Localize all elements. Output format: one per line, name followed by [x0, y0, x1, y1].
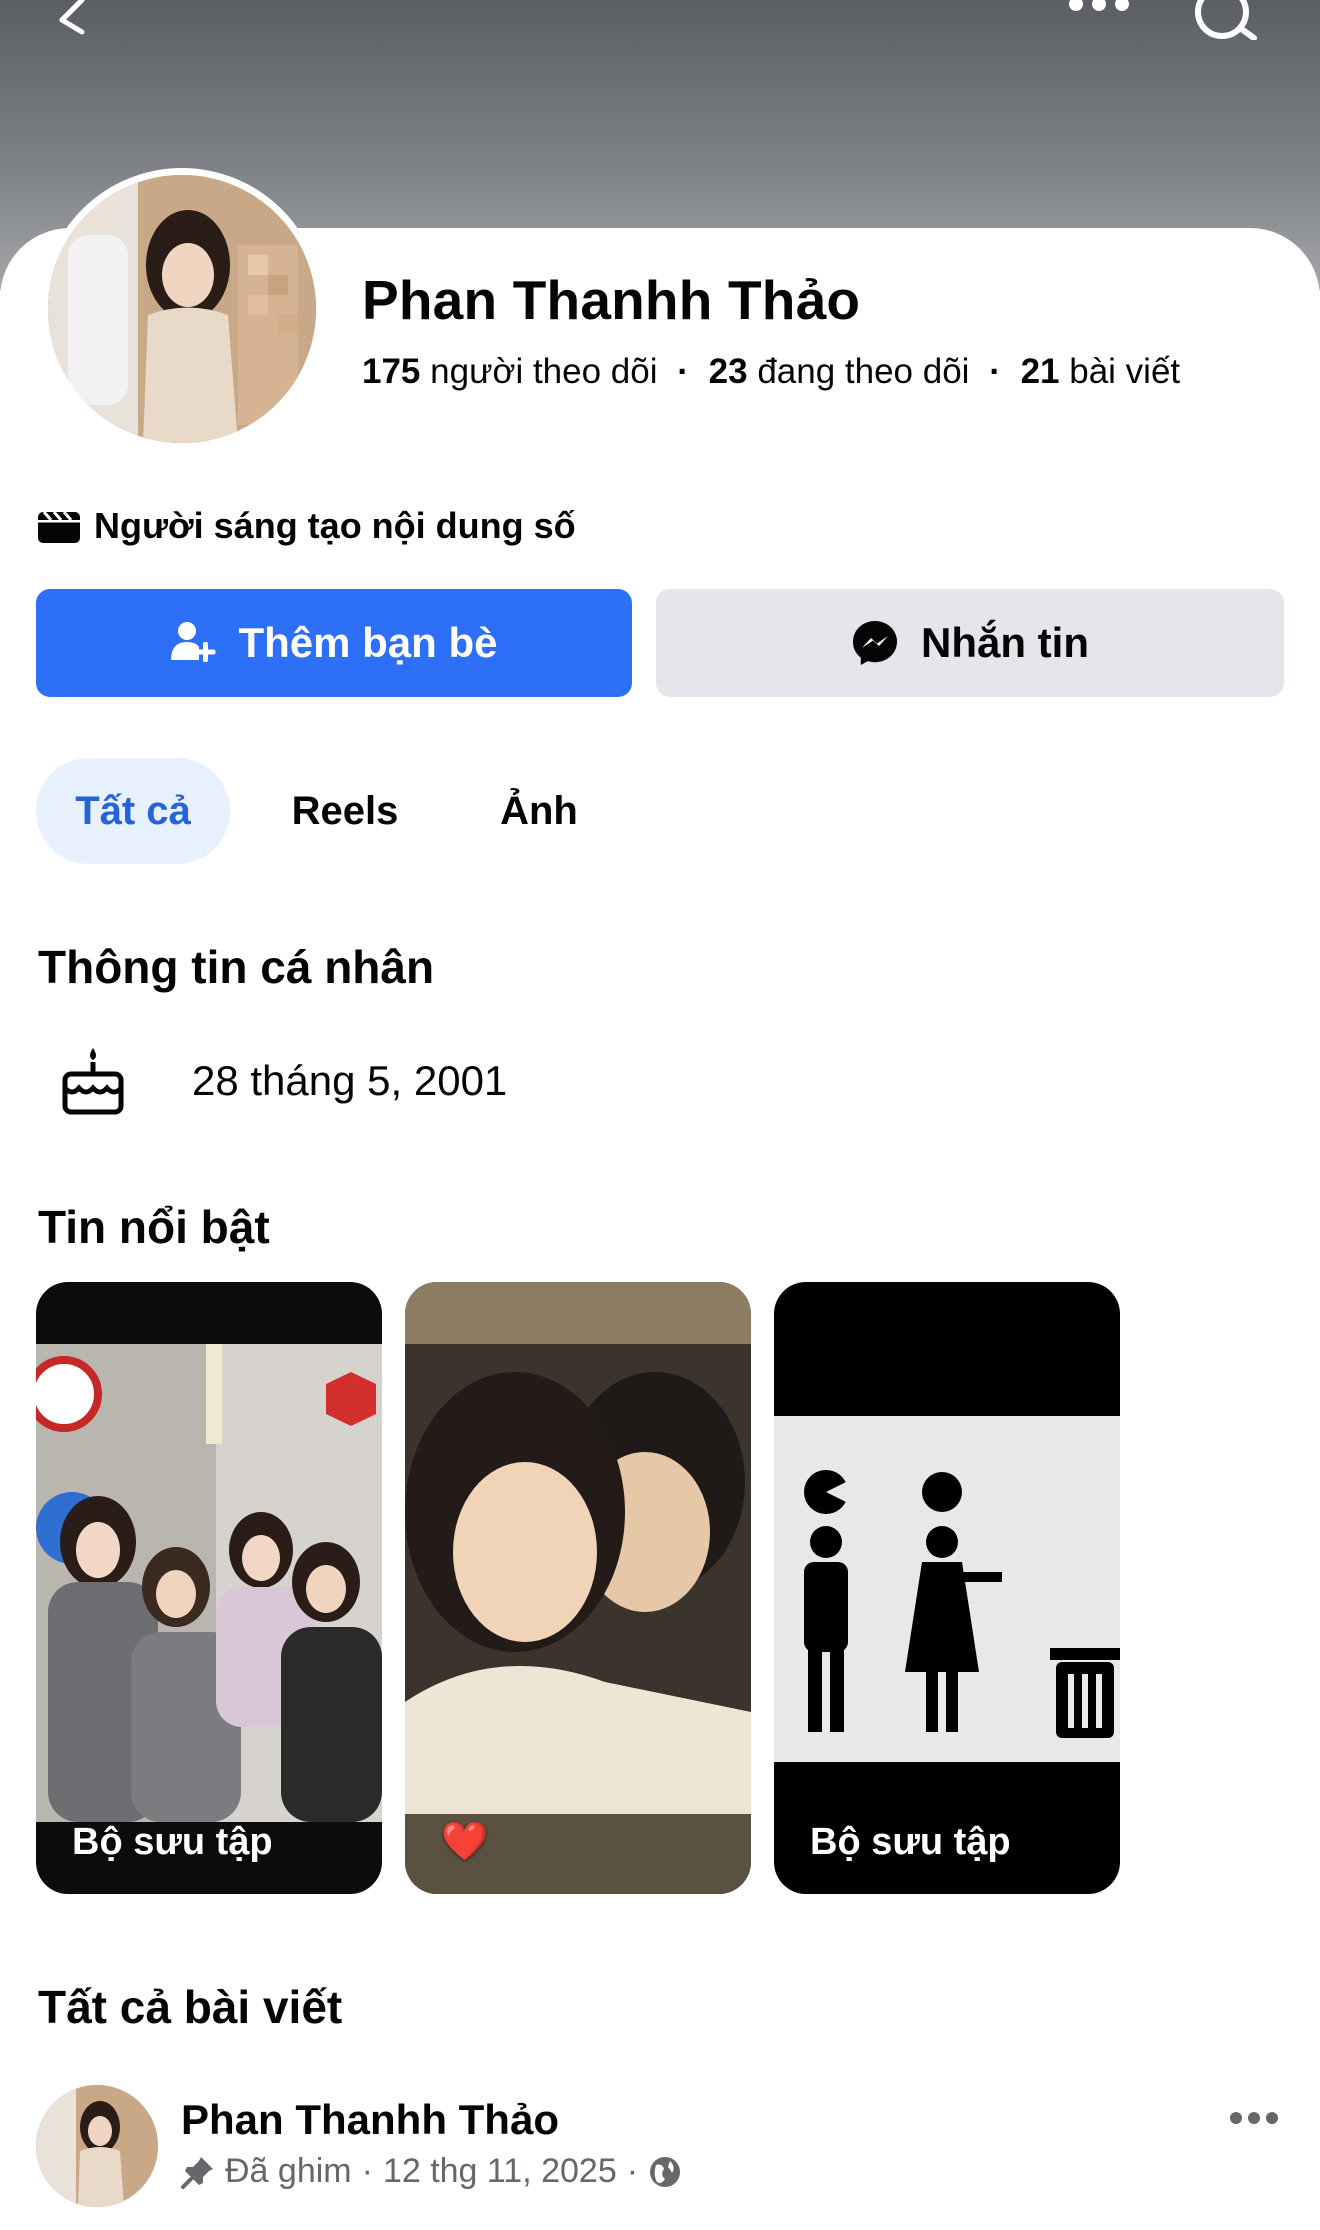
pinned-label: Đã ghim: [225, 2152, 352, 2190]
back-chevron-left-icon[interactable]: [44, 0, 94, 40]
tab-all[interactable]: Tất cả: [36, 758, 230, 864]
more-dots-icon[interactable]: [1066, 0, 1132, 16]
stats-separator: ·: [989, 352, 1001, 391]
message-label: Nhắn tin: [921, 619, 1089, 666]
messenger-icon: [853, 621, 897, 665]
following-count[interactable]: 23: [709, 352, 748, 391]
highlight-cover-image: [36, 1344, 382, 1822]
profile-category: Người sáng tạo nội dung số: [38, 505, 576, 547]
tab-label: Reels: [291, 788, 399, 833]
clapperboard-icon: [38, 511, 80, 543]
following-label[interactable]: đang theo dõi: [757, 352, 969, 391]
posts-label: bài viết: [1069, 352, 1181, 391]
highlight-label: Bộ sưu tập: [72, 1821, 273, 1863]
post-avatar-illustration: [36, 2085, 158, 2207]
profile-name: Phan Thanhh Thảo: [362, 269, 861, 331]
add-friend-label: Thêm bạn bè: [238, 619, 498, 666]
about-section-title: Thông tin cá nhân: [38, 941, 435, 993]
meta-separator: ·: [361, 2152, 373, 2190]
avatar-illustration: [48, 175, 316, 443]
highlight-item[interactable]: ❤️: [405, 1282, 751, 1894]
posts-count: 21: [1020, 352, 1060, 391]
tab-label: Ảnh: [500, 788, 578, 833]
pin-icon: [181, 2156, 213, 2189]
tab-photos[interactable]: Ảnh: [474, 758, 604, 864]
profile-avatar[interactable]: [41, 168, 323, 450]
birthday-cake-icon: [62, 1048, 124, 1115]
highlight-label: ❤️: [441, 1821, 489, 1863]
avatar-photo: [48, 175, 316, 443]
highlight-cover-image: [405, 1282, 751, 1894]
post-author-name[interactable]: Phan Thanhh Thảo: [181, 2096, 559, 2144]
tab-reels[interactable]: Reels: [270, 758, 420, 864]
followers-count[interactable]: 175: [362, 352, 420, 391]
followers-label[interactable]: người theo dõi: [430, 352, 657, 391]
birthday-row: 28 tháng 5, 2001: [60, 1046, 507, 1116]
message-button[interactable]: Nhắn tin: [656, 589, 1284, 697]
highlight-item[interactable]: Bộ sưu tập: [774, 1282, 1120, 1894]
highlight-item[interactable]: Bộ sưu tập: [36, 1282, 382, 1894]
post-date[interactable]: 12 thg 11, 2025: [383, 2152, 617, 2191]
globe-icon[interactable]: [648, 2155, 682, 2189]
add-friend-button[interactable]: Thêm bạn bè: [36, 589, 632, 697]
post-meta: Đã ghim · 12 thg 11, 2025 ·: [181, 2152, 682, 2191]
post-more-icon[interactable]: [1228, 2108, 1280, 2128]
highlight-cover-image: [774, 1416, 1120, 1762]
highlight-label: Bộ sưu tập: [810, 1821, 1011, 1863]
birthday-value: 28 tháng 5, 2001: [192, 1057, 508, 1104]
highlights-section-title: Tin nổi bật: [38, 1201, 270, 1253]
add-friend-icon: [171, 622, 216, 662]
category-label: Người sáng tạo nội dung số: [94, 505, 576, 546]
post-author-avatar[interactable]: [36, 2085, 158, 2207]
stats-separator: ·: [677, 352, 689, 391]
profile-stats: 175 người theo dõi · 23 đang theo dõi · …: [362, 352, 1180, 392]
tab-label: Tất cả: [75, 788, 191, 833]
meta-separator: ·: [626, 2152, 639, 2190]
posts-section-title: Tất cả bài viết: [38, 1981, 343, 2033]
search-icon[interactable]: [1190, 0, 1266, 40]
